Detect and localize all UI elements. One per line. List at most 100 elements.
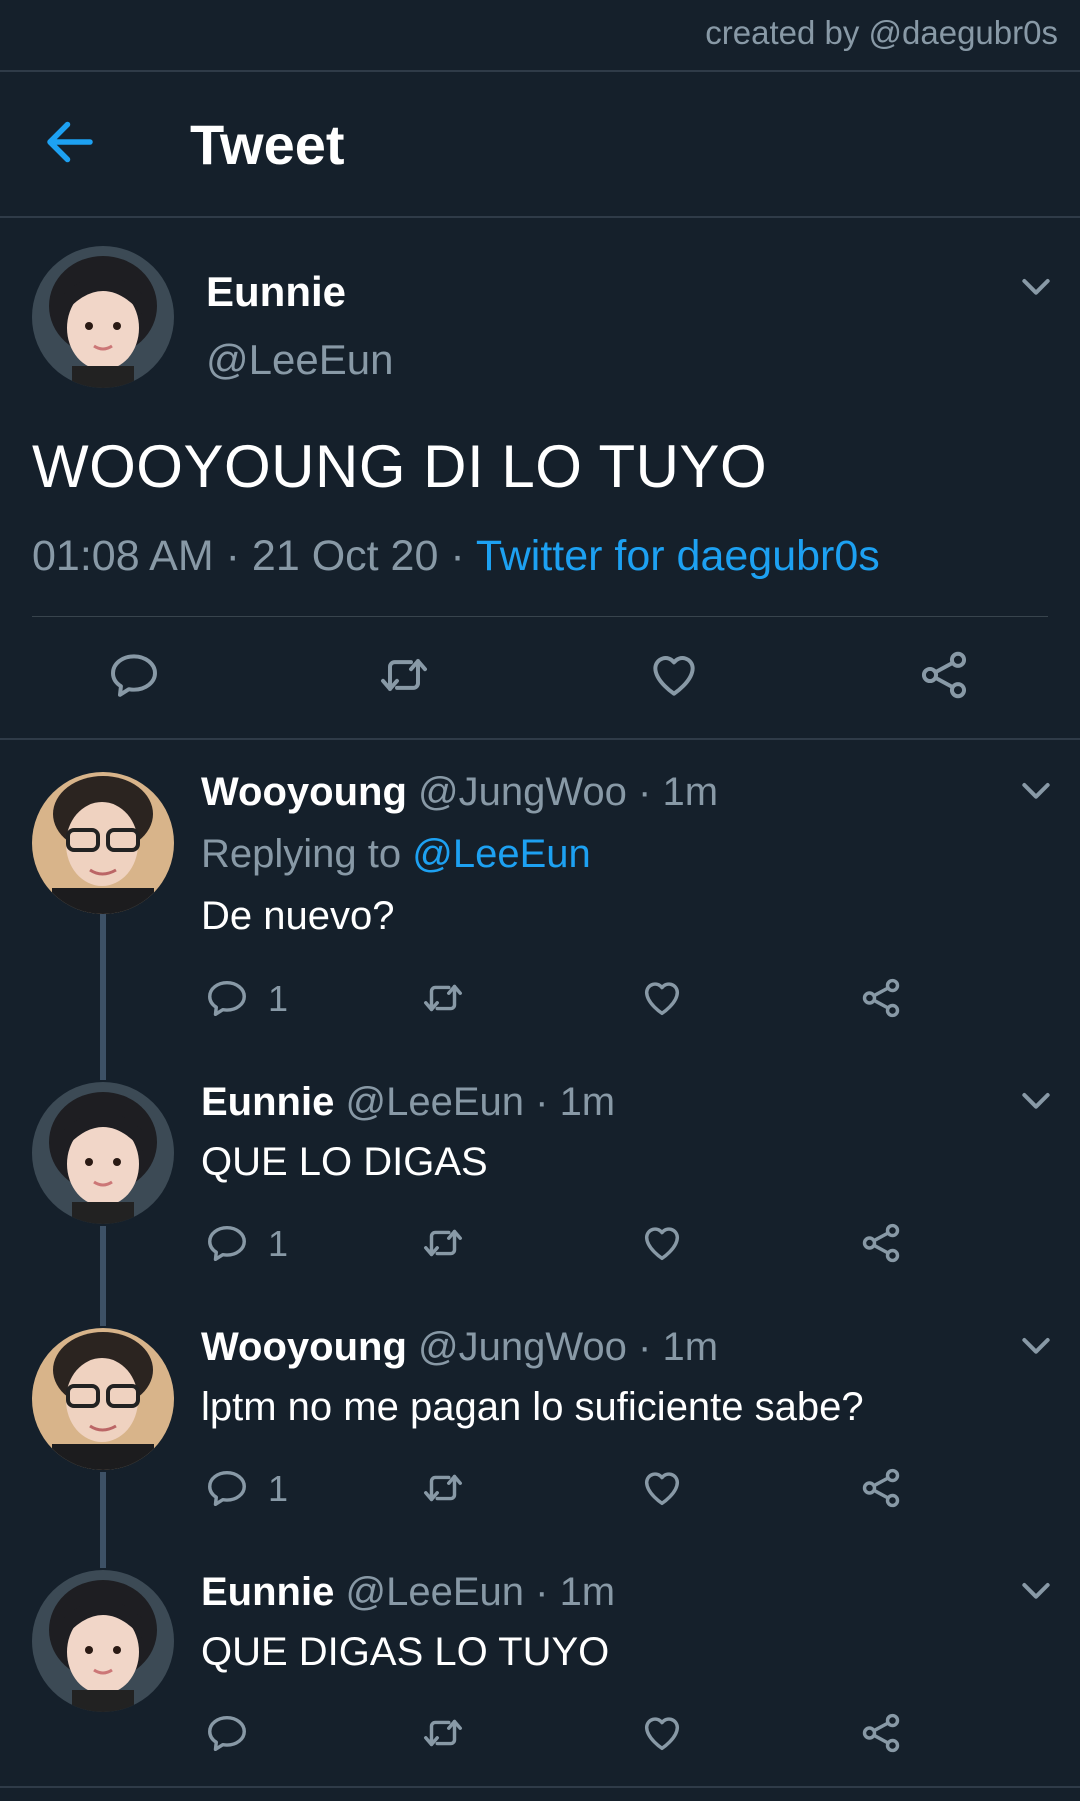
share-button[interactable]: [858, 1465, 904, 1511]
tweet-meta: 01:08 AM · 21 Oct 20 · Twitter for daegu…: [32, 532, 880, 581]
reply-menu-button[interactable]: [1016, 1325, 1056, 1365]
share-button[interactable]: [858, 975, 904, 1021]
reply-author-name[interactable]: Wooyoung: [201, 1325, 407, 1369]
arrow-left-icon: [47, 121, 93, 163]
reply-menu-button[interactable]: [1016, 770, 1056, 810]
reply-separator: ·: [535, 1570, 549, 1614]
reply-button[interactable]: [106, 647, 162, 703]
tweet-date: 21 Oct 20: [251, 532, 439, 580]
avatar[interactable]: [32, 1082, 174, 1224]
thread-line: [100, 914, 106, 1080]
retweet-button[interactable]: [376, 647, 432, 703]
avatar[interactable]: [32, 1328, 174, 1470]
eunnie-avatar-image: [32, 246, 174, 388]
replying-label: Replying to: [201, 832, 402, 876]
header-divider: [0, 216, 1080, 218]
reply-separator: ·: [638, 1325, 652, 1369]
chevron-down-icon: [1022, 1338, 1050, 1354]
reply-time: 1m: [662, 770, 719, 814]
reply-count: 1: [268, 978, 289, 1019]
like-button[interactable]: [646, 647, 702, 703]
replying-to-link[interactable]: @LeeEun: [412, 832, 591, 876]
eunnie-avatar-image: [32, 1082, 174, 1224]
avatar[interactable]: [32, 246, 174, 388]
heart-icon: [644, 1717, 680, 1751]
reply-author-handle[interactable]: @JungWoo: [418, 1325, 627, 1369]
reply-menu-button[interactable]: [1016, 1570, 1056, 1610]
share-icon: [862, 1468, 900, 1508]
credit-text: created by @daegubr0s: [705, 14, 1058, 51]
share-icon: [921, 651, 967, 699]
reply-author-name[interactable]: Wooyoung: [201, 770, 407, 814]
reply-separator: ·: [535, 1080, 549, 1124]
share-icon: [862, 978, 900, 1018]
reply-text: lptm no me pagan lo suficiente sabe?: [201, 1385, 864, 1429]
heart-icon: [644, 982, 680, 1016]
author-name[interactable]: Eunnie: [206, 268, 346, 316]
reply-author-handle[interactable]: @LeeEun: [345, 1080, 524, 1124]
reply-count: 1: [268, 1223, 289, 1264]
share-icon: [862, 1223, 900, 1263]
reply-author-handle[interactable]: @JungWoo: [418, 770, 627, 814]
page-title: Tweet: [190, 113, 345, 176]
heart-icon: [644, 1227, 680, 1261]
share-icon: [862, 1713, 900, 1753]
heart-icon: [644, 1472, 680, 1506]
share-button[interactable]: [916, 647, 972, 703]
reply-menu-button[interactable]: [1016, 1080, 1056, 1120]
retweet-icon: [424, 1229, 462, 1257]
reply-icon: [208, 1225, 246, 1262]
avatar[interactable]: [32, 772, 174, 914]
reply-icon: [208, 1470, 246, 1507]
meta-divider: [32, 616, 1048, 617]
bottom-divider: [0, 1786, 1080, 1788]
heart-icon: [653, 656, 695, 696]
like-button[interactable]: [639, 975, 685, 1021]
avatar[interactable]: [32, 1570, 174, 1712]
wooyoung-avatar-image: [32, 772, 174, 914]
tweet-text: WOOYOUNG DI LO TUYO: [32, 433, 768, 500]
chevron-down-icon: [1022, 1583, 1050, 1599]
reply-button[interactable]: [204, 1465, 250, 1511]
reply-count: 1: [268, 1468, 289, 1509]
share-button[interactable]: [858, 1710, 904, 1756]
reply-time: 1m: [662, 1325, 719, 1369]
replying-to: Replying to @LeeEun: [201, 832, 591, 877]
tweet-menu-button[interactable]: [1016, 266, 1056, 306]
reply-time: 1m: [559, 1080, 616, 1124]
retweet-button[interactable]: [420, 1220, 466, 1266]
chevron-down-icon: [1022, 279, 1050, 295]
meta-separator: ·: [450, 532, 465, 580]
like-button[interactable]: [639, 1465, 685, 1511]
tweet-time: 01:08 AM: [32, 532, 214, 580]
chevron-down-icon: [1022, 1093, 1050, 1109]
reply-button[interactable]: [204, 1710, 250, 1756]
retweet-button[interactable]: [420, 975, 466, 1021]
thread-line: [100, 1472, 106, 1568]
main-tweet-divider: [0, 738, 1080, 740]
reply-header: Eunnie @LeeEun · 1m: [201, 1080, 615, 1125]
reply-button[interactable]: [204, 975, 250, 1021]
tweet-source-link[interactable]: Twitter for daegubr0s: [476, 532, 880, 580]
reply-author-name[interactable]: Eunnie: [201, 1570, 334, 1614]
reply-button[interactable]: [204, 1220, 250, 1266]
share-button[interactable]: [858, 1220, 904, 1266]
author-handle[interactable]: @LeeEun: [206, 336, 393, 384]
top-divider: [0, 70, 1080, 72]
reply-text: De nuevo?: [201, 894, 395, 938]
reply-author-name[interactable]: Eunnie: [201, 1080, 334, 1124]
reply-header: Wooyoung @JungWoo · 1m: [201, 770, 718, 815]
retweet-button[interactable]: [420, 1465, 466, 1511]
eunnie-avatar-image: [32, 1570, 174, 1712]
reply-time: 1m: [559, 1570, 616, 1614]
retweet-icon: [424, 1719, 462, 1747]
reply-separator: ·: [638, 770, 652, 814]
thread-line: [100, 1226, 106, 1326]
like-button[interactable]: [639, 1710, 685, 1756]
back-button[interactable]: [40, 112, 100, 172]
reply-author-handle[interactable]: @LeeEun: [345, 1570, 524, 1614]
like-button[interactable]: [639, 1220, 685, 1266]
retweet-button[interactable]: [420, 1710, 466, 1756]
reply-icon: [208, 1715, 246, 1752]
reply-icon: [208, 980, 246, 1017]
